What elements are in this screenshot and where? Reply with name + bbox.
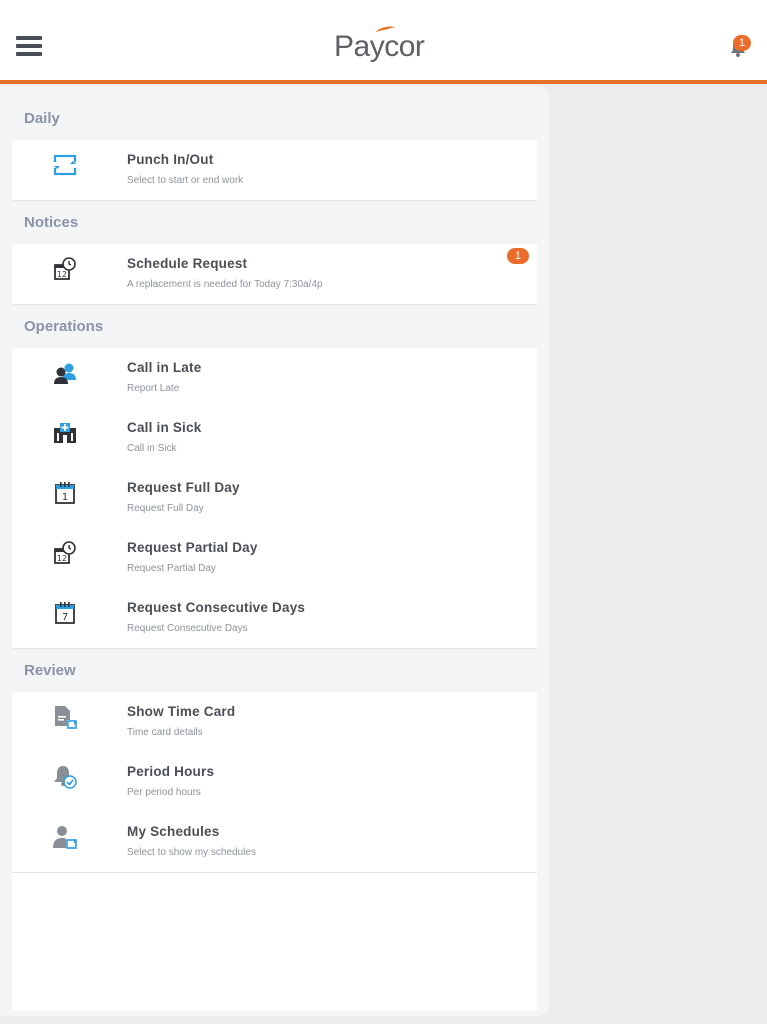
- daily-group: Punch In/Out Select to start or end work: [12, 140, 537, 201]
- item-title: Request Partial Day: [127, 540, 258, 555]
- hospital-icon: [54, 423, 76, 443]
- item-subtitle: A replacement is needed for Today 7:30a/…: [127, 279, 323, 290]
- punch-icon: [53, 154, 77, 176]
- svg-text:12: 12: [57, 270, 67, 279]
- logo-swoosh-icon: [375, 26, 395, 32]
- section-title-review: Review: [24, 662, 76, 679]
- period-hours-item[interactable]: Period Hours Per period hours: [12, 752, 537, 812]
- item-subtitle: Per period hours: [127, 787, 201, 798]
- item-title: Schedule Request: [127, 256, 248, 271]
- item-title: Period Hours: [127, 764, 215, 779]
- item-badge: 1: [507, 248, 529, 264]
- notification-badge: 1: [733, 35, 751, 51]
- bell-check-icon: [54, 766, 77, 789]
- item-subtitle: Request Consecutive Days: [127, 623, 248, 634]
- item-title: Request Full Day: [127, 480, 240, 495]
- item-subtitle: Request Partial Day: [127, 563, 216, 574]
- my-schedules-item[interactable]: My Schedules Select to show my schedules: [12, 812, 537, 872]
- timecard-icon: [55, 706, 77, 729]
- item-subtitle: Report Late: [127, 383, 180, 394]
- item-subtitle: Select to show my schedules: [127, 847, 256, 858]
- item-subtitle: Select to start or end work: [127, 175, 244, 186]
- item-title: Request Consecutive Days: [127, 600, 306, 615]
- calendar-clock-icon: 12: [54, 541, 76, 564]
- notices-group: 12 Schedule Request A replacement is nee…: [12, 244, 537, 305]
- menu-icon[interactable]: [16, 36, 42, 58]
- calendar-clock-icon: 12: [54, 257, 76, 280]
- operations-group: Call in Late Report Late Call in Sick Ca…: [12, 348, 537, 649]
- schedule-request-item[interactable]: 12 Schedule Request A replacement is nee…: [12, 244, 537, 304]
- logo-text: Paycor: [334, 30, 425, 63]
- call-in-sick-item[interactable]: Call in Sick Call in Sick: [12, 408, 537, 468]
- item-subtitle: Time card details: [127, 727, 203, 738]
- section-title-daily: Daily: [24, 110, 60, 127]
- empty-content-area: [12, 873, 537, 1011]
- section-title-notices: Notices: [24, 214, 79, 231]
- item-title: Show Time Card: [127, 704, 236, 719]
- item-title: My Schedules: [127, 824, 220, 839]
- item-title: Punch In/Out: [127, 152, 214, 167]
- item-subtitle: Request Full Day: [127, 503, 204, 514]
- request-full-day-item[interactable]: 1 Request Full Day Request Full Day: [12, 468, 537, 528]
- request-partial-day-item[interactable]: 12 Request Partial Day Request Partial D…: [12, 528, 537, 588]
- call-in-late-item[interactable]: Call in Late Report Late: [12, 348, 537, 408]
- section-title-operations: Operations: [24, 318, 104, 335]
- paycor-logo: Paycor: [334, 26, 425, 64]
- svg-text:12: 12: [57, 554, 67, 563]
- person-schedule-icon: [53, 826, 77, 849]
- review-group: Show Time Card Time card details Period …: [12, 692, 537, 873]
- item-title: Call in Sick: [127, 420, 202, 435]
- item-subtitle: Call in Sick: [127, 443, 177, 454]
- show-time-card-item[interactable]: Show Time Card Time card details: [12, 692, 537, 752]
- svg-text:7: 7: [62, 612, 68, 623]
- item-title: Call in Late: [127, 360, 202, 375]
- people-icon: [54, 363, 76, 384]
- punch-in-out-item[interactable]: Punch In/Out Select to start or end work: [12, 140, 537, 200]
- calendar-7-icon: 7: [55, 602, 75, 624]
- svg-text:1: 1: [62, 492, 68, 503]
- top-bar: Paycor 1: [0, 0, 767, 84]
- request-consecutive-days-item[interactable]: 7 Request Consecutive Days Request Conse…: [12, 588, 537, 648]
- calendar-1-icon: 1: [55, 482, 75, 504]
